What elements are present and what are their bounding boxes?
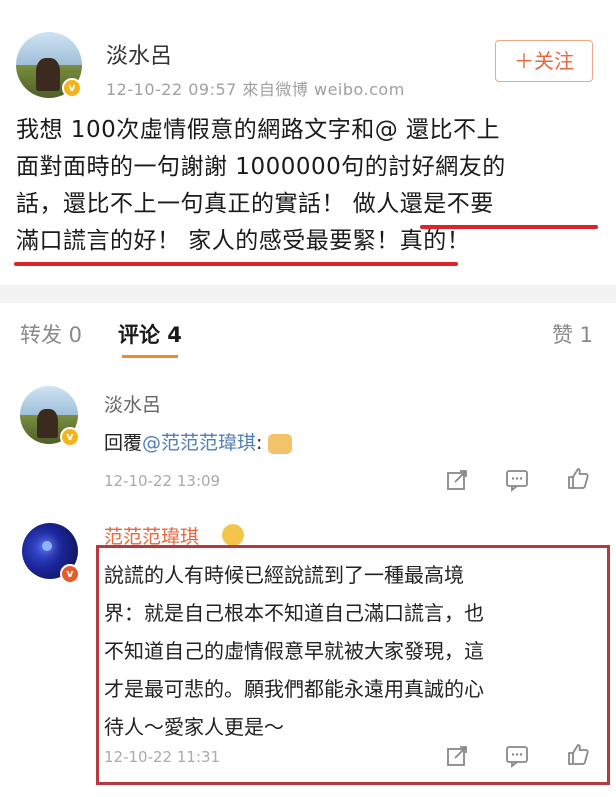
- comment-line: 待人～愛家人更是～: [104, 715, 284, 739]
- comment-line: 不知道自己的虛情假意早就被大家發現，這: [104, 639, 484, 663]
- post-content: 我想 100次虛情假意的網路文字和@ 還比不上 面對面時的一句謝謝 100000…: [16, 112, 606, 260]
- comment-text: 說謊的人有時候已經說謊到了一種最高境 界：就是自己根本不知道自己滿口謊言，也 不…: [104, 556, 604, 746]
- section-divider: [0, 285, 616, 303]
- comment-text: 回覆@范范范瑋琪:: [104, 428, 293, 455]
- follow-button[interactable]: ＋关注: [495, 40, 593, 82]
- comment-time: 12-10-22 13:09: [104, 472, 221, 490]
- interaction-tabs: 转发 0 评论 4 赞 1: [0, 303, 616, 363]
- verified-badge-icon: v: [60, 427, 80, 447]
- comment-icon[interactable]: [505, 468, 529, 492]
- share-icon[interactable]: [445, 744, 469, 768]
- comment-time: 12-10-22 11:31: [104, 748, 221, 766]
- like-icon[interactable]: [566, 466, 590, 490]
- post-meta: 12-10-22 09:57 來自微博 weibo.com: [106, 80, 405, 99]
- weibo-post: v 淡水呂 12-10-22 09:57 來自微博 weibo.com ＋关注 …: [0, 0, 616, 285]
- tab-comments[interactable]: 评论 4: [118, 319, 182, 349]
- thumbs-up-emoji-icon: [268, 433, 293, 454]
- highlight-underline: [14, 262, 458, 266]
- share-icon[interactable]: [445, 468, 469, 492]
- verified-badge-icon: v: [60, 564, 80, 584]
- comment-line: 說謊的人有時候已經說謊到了一種最高境: [104, 563, 464, 587]
- highlight-underline: [420, 225, 598, 229]
- post-line: 我想 100次虛情假意的網路文字和@ 還比不上: [16, 117, 501, 143]
- tab-repost[interactable]: 转发 0: [20, 319, 82, 349]
- comment-icon[interactable]: [505, 744, 529, 768]
- tab-likes[interactable]: 赞 1: [552, 319, 593, 349]
- verified-badge-icon: v: [62, 78, 82, 98]
- mention-link[interactable]: @范范范瑋琪: [142, 432, 256, 454]
- comment-line: 界：就是自己根本不知道自己滿口謊言，也: [104, 601, 484, 625]
- post-line: 面對面時的一句謝謝 1000000句的討好網友的: [16, 154, 506, 180]
- comment-line: 才是最可悲的。願我們都能永遠用真誠的心: [104, 677, 484, 701]
- reply-prefix: 回覆: [104, 432, 143, 454]
- comment-author-name[interactable]: 淡水呂: [104, 390, 161, 417]
- vip-emoji-icon: [222, 524, 244, 546]
- post-line: 話，還比不上一句真正的實話！ 做人還是不要: [16, 191, 494, 217]
- post-author-name[interactable]: 淡水呂: [106, 38, 172, 70]
- active-tab-indicator: [122, 355, 178, 358]
- like-icon[interactable]: [566, 742, 590, 766]
- reply-colon: :: [256, 432, 263, 454]
